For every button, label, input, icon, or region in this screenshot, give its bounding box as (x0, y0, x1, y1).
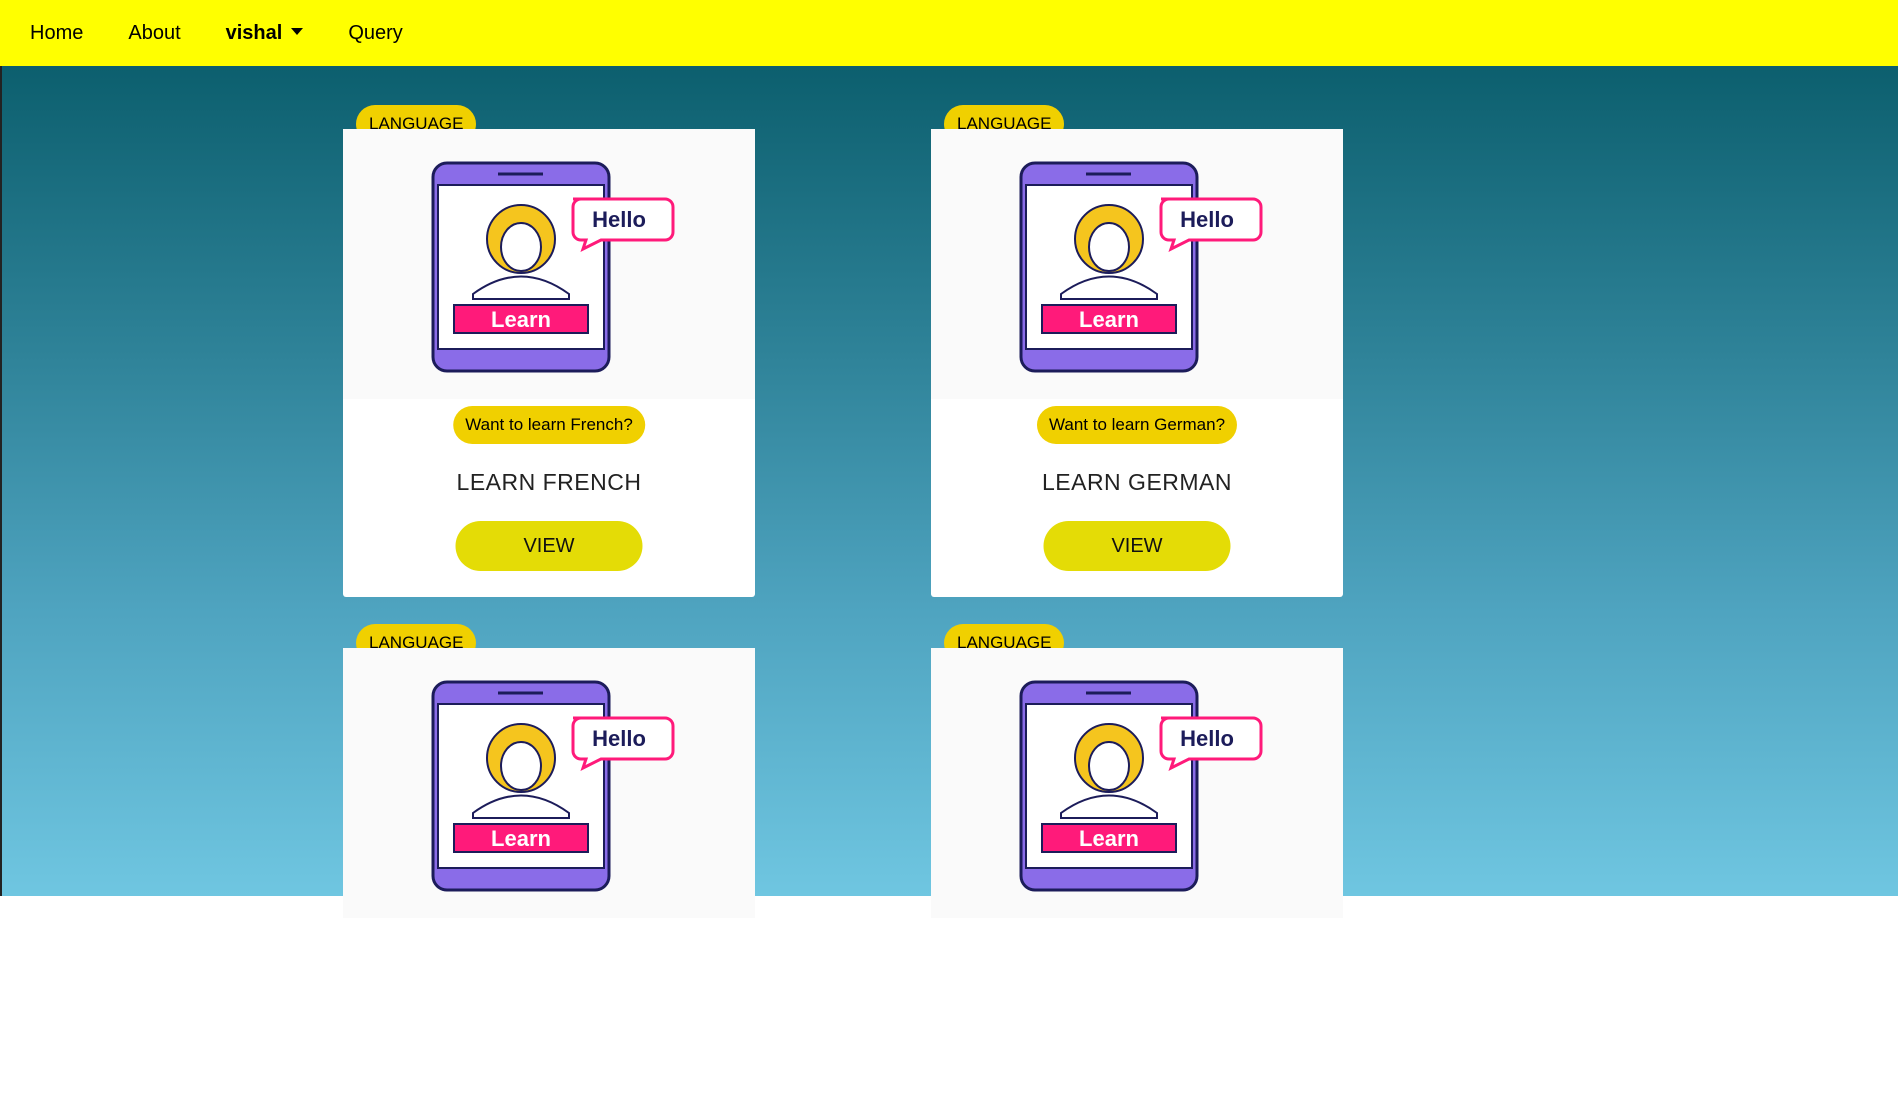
card-title: LEARN FRENCH (456, 469, 642, 495)
learn-phone-illustration: Learn Hello (343, 648, 755, 918)
svg-text:Learn: Learn (491, 826, 551, 851)
nav-about-link[interactable]: About (128, 22, 180, 45)
user-name: vishal (225, 21, 283, 44)
course-card: LANGUAGE Learn Hello Want to learn Germa… (931, 105, 1343, 597)
main-content: LANGUAGE Learn Hello Want to learn Frenc… (0, 66, 1898, 1116)
svg-text:Learn: Learn (1079, 826, 1139, 851)
svg-text:Learn: Learn (1079, 307, 1139, 332)
user-dropdown[interactable]: vishal (226, 22, 304, 45)
top-navbar: Home About vishal Query (0, 0, 1898, 66)
svg-text:Learn: Learn (491, 307, 551, 332)
svg-text:Hello: Hello (1180, 726, 1234, 751)
view-button[interactable]: VIEW (455, 521, 643, 571)
card-question-badge: Want to learn French? (453, 406, 645, 444)
card-title: LEARN GERMAN (1041, 469, 1233, 495)
svg-text:Hello: Hello (592, 207, 646, 232)
learn-phone-illustration: Learn Hello (931, 648, 1343, 918)
course-card: LANGUAGE Learn Hello Want to learn Frenc… (343, 105, 755, 597)
card-question-badge: Want to learn German? (1036, 406, 1238, 444)
caret-down-icon (291, 27, 304, 35)
svg-text:Hello: Hello (592, 726, 646, 751)
svg-text:Hello: Hello (1180, 207, 1234, 232)
course-card: LANGUAGE Learn Hello (343, 624, 755, 1116)
course-card: LANGUAGE Learn Hello (931, 624, 1343, 1116)
view-button[interactable]: VIEW (1043, 521, 1231, 571)
nav-home-link[interactable]: Home (30, 22, 83, 45)
nav-query-link[interactable]: Query (348, 22, 402, 45)
learn-phone-illustration: Learn Hello (931, 129, 1343, 399)
learn-phone-illustration: Learn Hello (343, 129, 755, 399)
